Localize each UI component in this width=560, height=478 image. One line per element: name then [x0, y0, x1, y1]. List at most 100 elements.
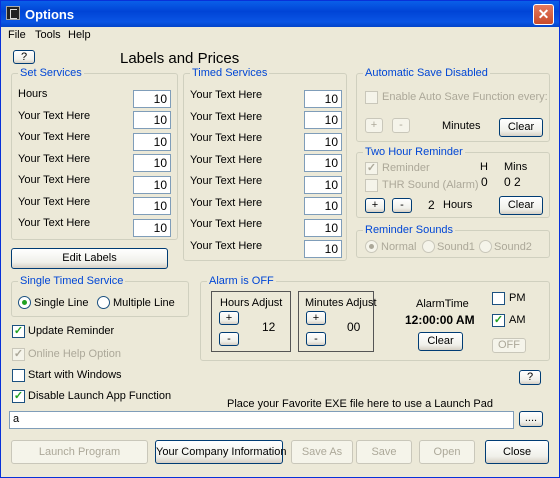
reminder-clear-button[interactable]: Clear	[499, 196, 543, 215]
save-button[interactable]: Save	[356, 440, 412, 464]
window-title: Options	[25, 7, 75, 22]
timed-service-value[interactable]: 10	[304, 219, 342, 237]
reminder-hours-label: Hours	[443, 199, 473, 211]
reminder-sounds-title: Reminder Sounds	[363, 224, 456, 236]
set-services-title: Set Services	[18, 67, 84, 79]
launch-pad-prompt: Place your Favorite EXE file here to use…	[227, 398, 493, 410]
start-windows-checkbox[interactable]	[12, 369, 25, 382]
timed-service-value[interactable]: 10	[304, 197, 342, 215]
pm-checkbox[interactable]	[492, 292, 505, 305]
set-services-group: Set Services Hours 10 Your Text Here 10 …	[11, 67, 178, 240]
set-service-label: Your Text Here	[18, 217, 91, 229]
reminder-hours-count: 2	[428, 198, 435, 212]
minutes-minus-button[interactable]: -	[306, 332, 326, 346]
auto-save-clear-button[interactable]: Clear	[499, 118, 543, 137]
help-button-small[interactable]: ?	[519, 370, 541, 385]
timed-service-value[interactable]: 10	[304, 133, 342, 151]
company-info-button[interactable]: Your Company Information	[155, 440, 286, 464]
am-label: AM	[509, 314, 526, 326]
auto-save-title: Automatic Save Disabled	[363, 67, 490, 79]
sound-normal-radio[interactable]	[365, 240, 378, 253]
app-icon	[6, 6, 20, 20]
timed-service-value[interactable]: 10	[304, 154, 342, 172]
am-checkbox[interactable]: ✓	[492, 314, 505, 327]
alarm-title: Alarm is OFF	[207, 275, 276, 287]
timed-service-value[interactable]: 10	[304, 111, 342, 129]
menu-help[interactable]: Help	[68, 29, 91, 41]
auto-save-label: Enable Auto Save Function every:	[382, 91, 548, 103]
alarm-minutes-value: 00	[347, 320, 361, 334]
single-timed-service-group: Single Timed Service Single Line Multipl…	[11, 275, 189, 317]
timed-service-value[interactable]: 10	[304, 240, 342, 258]
sound-normal-label: Normal	[381, 241, 417, 253]
single-line-label: Single Line	[34, 297, 89, 309]
update-reminder-label: Update Reminder	[28, 325, 115, 337]
sound1-radio[interactable]	[422, 240, 435, 253]
online-help-checkbox[interactable]: ✓	[12, 348, 25, 361]
timed-service-value[interactable]: 10	[304, 176, 342, 194]
start-windows-label: Start with Windows	[28, 369, 122, 381]
reminder-minus-button[interactable]: -	[392, 198, 412, 213]
browse-button[interactable]: ....	[519, 411, 543, 427]
launch-path-input[interactable]: a	[9, 411, 514, 429]
timed-service-value[interactable]: 10	[304, 90, 342, 108]
auto-save-plus-button[interactable]: +	[365, 118, 383, 133]
timed-service-label: Your Text Here	[190, 89, 263, 101]
set-service-label: Your Text Here	[18, 153, 91, 165]
timed-service-label: Your Text Here	[190, 175, 263, 187]
menu-tools[interactable]: Tools	[35, 29, 61, 41]
sound2-radio[interactable]	[479, 240, 492, 253]
auto-save-checkbox[interactable]	[365, 91, 378, 104]
single-line-radio[interactable]	[18, 296, 31, 309]
reminder-plus-button[interactable]: +	[365, 198, 385, 213]
hours-adjust-label: Hours Adjust	[220, 297, 283, 309]
multiple-line-label: Multiple Line	[113, 297, 175, 309]
reminder-sounds-group: Reminder Sounds Normal Sound1 Sound2	[356, 224, 550, 258]
timed-service-label: Your Text Here	[190, 111, 263, 123]
options-window: Options ✕ File Tools Help ? Labels and P…	[0, 0, 560, 478]
close-window-button[interactable]: ✕	[533, 4, 554, 25]
close-button[interactable]: Close	[485, 440, 549, 464]
set-service-value[interactable]: 10	[133, 219, 171, 237]
set-service-value[interactable]: 10	[133, 90, 171, 108]
set-service-value[interactable]: 10	[133, 111, 171, 129]
thr-sound-checkbox[interactable]	[365, 179, 378, 192]
reminder-checkbox[interactable]: ✓	[365, 162, 378, 175]
minutes-plus-button[interactable]: +	[306, 311, 326, 325]
launch-program-button[interactable]: Launch Program	[11, 440, 148, 464]
menu-file[interactable]: File	[8, 29, 26, 41]
hours-minus-button[interactable]: -	[219, 332, 239, 346]
set-service-value[interactable]: 10	[133, 154, 171, 172]
reminder-label: Reminder	[382, 162, 430, 174]
alarm-group: Alarm is OFF Hours Adjust + - 12 Minutes…	[200, 275, 550, 361]
timed-service-label: Your Text Here	[190, 240, 263, 252]
alarm-time-value: 12:00:00 AM	[405, 313, 475, 327]
auto-save-group: Automatic Save Disabled Enable Auto Save…	[356, 67, 550, 142]
pm-label: PM	[509, 292, 526, 304]
set-service-label: Your Text Here	[18, 174, 91, 186]
title-bar: Options ✕	[1, 1, 559, 27]
set-service-value[interactable]: 10	[133, 133, 171, 151]
hours-plus-button[interactable]: +	[219, 311, 239, 325]
timed-service-label: Your Text Here	[190, 218, 263, 230]
save-as-button[interactable]: Save As	[291, 440, 353, 464]
help-button-top[interactable]: ?	[13, 50, 35, 64]
set-service-value[interactable]: 10	[133, 197, 171, 215]
alarm-hours-value: 12	[262, 320, 276, 334]
disable-launch-label: Disable Launch App Function	[28, 390, 172, 402]
page-heading: Labels and Prices	[120, 50, 240, 67]
timed-services-title: Timed Services	[190, 67, 270, 79]
two-hour-reminder-group: Two Hour Reminder ✓ Reminder H Mins THR …	[356, 146, 550, 218]
auto-save-minus-button[interactable]: -	[392, 118, 410, 133]
alarm-clear-button[interactable]: Clear	[418, 332, 463, 351]
thr-sound-label: THR Sound (Alarm)	[382, 179, 479, 191]
set-service-value[interactable]: 10	[133, 176, 171, 194]
edit-labels-button[interactable]: Edit Labels	[11, 248, 168, 269]
hours-adjust-box: Hours Adjust + - 12	[211, 291, 291, 352]
menu-bar: File Tools Help	[1, 27, 559, 43]
alarm-off-button[interactable]: OFF	[492, 338, 526, 353]
disable-launch-checkbox[interactable]: ✓	[12, 390, 25, 403]
multiple-line-radio[interactable]	[97, 296, 110, 309]
open-button[interactable]: Open	[419, 440, 475, 464]
update-reminder-checkbox[interactable]: ✓	[12, 325, 25, 338]
